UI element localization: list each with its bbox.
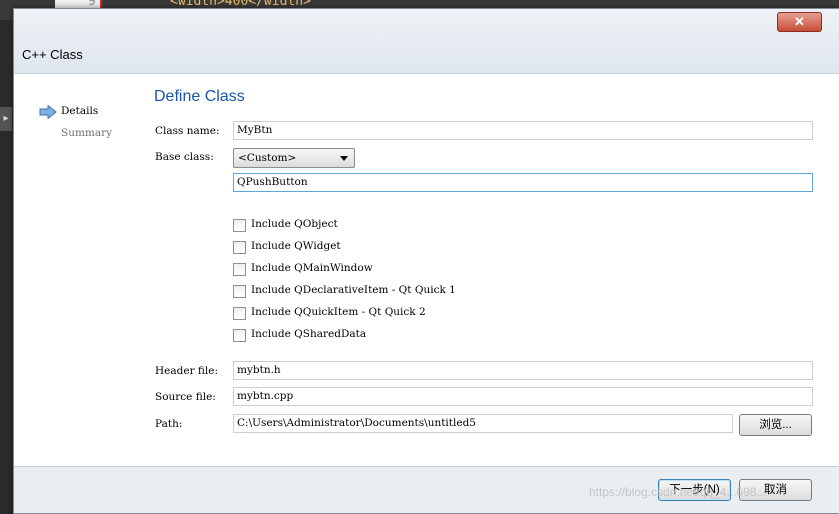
base-class-selected: <Custom> — [238, 152, 297, 164]
wizard-step-summary: Summary — [61, 127, 113, 139]
source-file-label: Source file: — [155, 391, 216, 403]
wizard-step-details: Details — [61, 105, 99, 117]
base-class-dropdown[interactable]: <Custom> — [233, 148, 355, 168]
checkbox-box — [233, 241, 246, 254]
checkbox-box — [233, 307, 246, 320]
chevron-down-icon — [340, 156, 348, 161]
side-panel-toggle[interactable]: ▸ — [0, 107, 12, 131]
checkbox-label: Include QMainWindow — [251, 262, 373, 274]
checkbox-box — [233, 263, 246, 276]
checkbox-label: Include QQuickItem - Qt Quick 2 — [251, 306, 426, 318]
window-title: C++ Class — [22, 47, 83, 62]
watermark: https://blog.csdn.net/qq_4...698... — [589, 485, 767, 499]
checkbox-box — [233, 329, 246, 342]
checkbox-label: Include QDeclarativeItem - Qt Quick 1 — [251, 284, 456, 296]
base-class-label: Base class: — [155, 151, 214, 163]
checkbox-box — [233, 219, 246, 232]
header-file-label: Header file: — [155, 365, 219, 377]
custom-base-class-input[interactable]: QPushButton — [233, 173, 813, 192]
source-file-input[interactable]: mybtn.cpp — [233, 387, 813, 406]
checkbox-label: Include QWidget — [251, 240, 341, 252]
checkbox-label: Include QObject — [251, 218, 338, 230]
current-step-arrow-icon — [39, 105, 57, 119]
page-heading: Define Class — [154, 88, 245, 105]
close-button[interactable]: ✕ — [777, 12, 822, 32]
wizard-content: Details Summary Define Class Class name:… — [14, 73, 839, 467]
checkbox-label: Include QSharedData — [251, 328, 367, 340]
path-label: Path: — [155, 418, 183, 430]
cpp-class-wizard-dialog: C++ Class ✕ Details Summary Define Class… — [13, 8, 839, 514]
title-bar: C++ Class ✕ — [14, 9, 839, 73]
path-input[interactable]: C:\Users\Administrator\Documents\untitle… — [233, 414, 733, 433]
header-file-input[interactable]: mybtn.h — [233, 361, 813, 380]
browse-button[interactable]: 浏览... — [739, 414, 812, 436]
checkbox-box — [233, 285, 246, 298]
class-name-input[interactable]: MyBtn — [233, 121, 813, 140]
class-name-label: Class name: — [155, 125, 220, 137]
